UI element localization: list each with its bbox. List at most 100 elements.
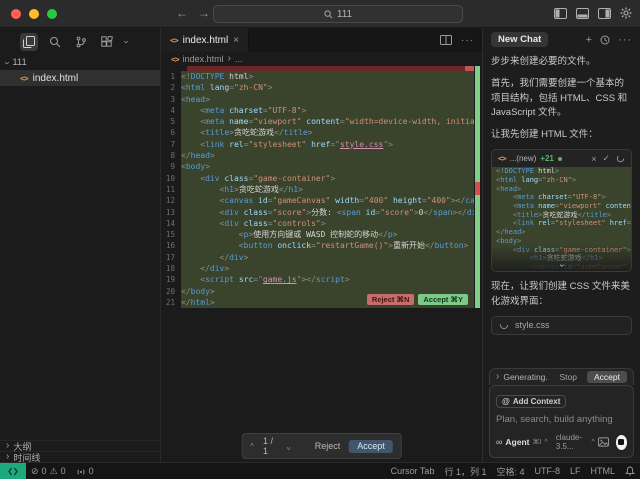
chevron-down-icon[interactable]: ›: [121, 40, 131, 43]
code-line[interactable]: 7 <link rel="stylesheet" href="style.css…: [161, 139, 482, 150]
code-line[interactable]: 1<!DOCTYPE html>: [161, 71, 482, 82]
ports-indicator[interactable]: 0: [71, 466, 99, 476]
timeline-section[interactable]: › 时间线: [0, 451, 160, 462]
problems-indicator[interactable]: ⊘0 ⚠0: [26, 466, 71, 477]
toggle-sidebar-icon[interactable]: [554, 8, 567, 19]
notifications-bell-icon[interactable]: [620, 466, 640, 476]
chevron-right-icon: ›: [6, 441, 9, 451]
cursor-tab-status[interactable]: Cursor Tab: [386, 466, 440, 476]
eol-status[interactable]: LF: [565, 466, 586, 476]
indentation-status[interactable]: 空格: 4: [491, 465, 529, 478]
next-diff-icon[interactable]: ^: [286, 442, 290, 451]
new-chat-icon[interactable]: +: [586, 34, 592, 46]
code-line[interactable]: 13 <div class="score">分数: <span id="scor…: [161, 207, 482, 218]
tab-label: index.html: [183, 35, 229, 46]
model-selector[interactable]: claude-3.5...: [556, 433, 589, 451]
code-line[interactable]: 4 <meta charset="UTF-8">: [161, 105, 482, 116]
tab-index-html[interactable]: <> index.html ×: [161, 28, 249, 52]
settings-gear-icon[interactable]: [620, 7, 632, 19]
accept-all-button[interactable]: Accept: [587, 371, 627, 383]
code-line[interactable]: 9<body>: [161, 161, 482, 172]
source-control-icon[interactable]: [72, 33, 90, 51]
chevron-right-icon: ›: [6, 452, 9, 462]
agent-mode-selector[interactable]: Agent: [505, 437, 529, 447]
attach-image-icon[interactable]: [598, 437, 609, 447]
reject-file-icon[interactable]: ×: [591, 154, 596, 164]
code-fade-overlay: [492, 245, 631, 271]
css-file-card[interactable]: style.css: [491, 316, 632, 335]
code-line[interactable]: 18 </div>: [161, 263, 482, 274]
code-line[interactable]: 12 <canvas id="gameCanvas" width="400" h…: [161, 195, 482, 206]
chat-code-card[interactable]: <> ...(new) +21 × ✓ <!DOCTYPE html><html…: [491, 149, 632, 272]
code-line[interactable]: 16 <button onclick="restartGame()">重新开始<…: [161, 240, 482, 251]
tab-close-icon[interactable]: ×: [233, 35, 239, 46]
line-number: 2: [161, 82, 181, 93]
nav-accept-button[interactable]: Accept: [349, 440, 393, 453]
code-line[interactable]: 17 </div>: [161, 252, 482, 263]
loading-spinner-icon: [499, 320, 509, 330]
line-number: 14: [161, 218, 181, 229]
line-number: 20: [161, 286, 181, 297]
stop-generation-button[interactable]: [616, 435, 627, 450]
diff-accept-button[interactable]: Accept ⌘Y: [418, 294, 468, 305]
minimize-window-button[interactable]: [29, 9, 39, 19]
code-line[interactable]: 15 <p>使用方向键或 WASD 控制蛇的移动</p>: [161, 229, 482, 240]
search-sidebar-icon[interactable]: [46, 33, 64, 51]
history-back-button[interactable]: ←: [176, 6, 188, 20]
add-context-label: Add Context: [513, 397, 561, 406]
chat-more-icon[interactable]: ···: [618, 34, 632, 46]
add-context-chip[interactable]: @ Add Context: [496, 395, 566, 408]
chat-code-line: <meta name="viewport" content="width=dev…: [492, 202, 631, 211]
code-line[interactable]: 14 <div class="controls">: [161, 218, 482, 229]
line-number: 18: [161, 263, 181, 274]
file-row-index-html[interactable]: <> index.html: [0, 70, 160, 86]
extensions-icon[interactable]: [98, 33, 116, 51]
breadcrumb-file: index.html: [183, 54, 224, 64]
code-line[interactable]: 10 <div class="game-container">: [161, 173, 482, 184]
ai-chat-panel: New Chat + ··· 步步来创建必要的文件。 首先，我们需要创建一个基本…: [482, 28, 640, 462]
split-editor-icon[interactable]: [440, 35, 452, 45]
code-line[interactable]: 5 <meta name="viewport" content="width=d…: [161, 116, 482, 127]
close-window-button[interactable]: [11, 9, 21, 19]
chat-code-line: <!DOCTYPE html>: [492, 167, 631, 176]
stop-button[interactable]: Stop: [560, 372, 578, 382]
nav-reject-button[interactable]: Reject: [315, 441, 341, 451]
code-line[interactable]: 19 <script src="game.js"></script>: [161, 274, 482, 285]
maximize-window-button[interactable]: [47, 9, 57, 19]
code-line[interactable]: 8</head>: [161, 150, 482, 161]
toggle-panel-icon[interactable]: [576, 8, 589, 19]
history-forward-button[interactable]: →: [198, 6, 210, 20]
command-center-search[interactable]: 111: [213, 5, 463, 23]
history-icon[interactable]: [600, 35, 610, 45]
breadcrumb-more: ...: [235, 54, 243, 64]
breadcrumb[interactable]: <> index.html › ...: [161, 52, 482, 66]
workspace-folder-row[interactable]: › 111: [0, 55, 160, 70]
prev-diff-icon[interactable]: ^: [250, 442, 254, 451]
accept-file-icon[interactable]: ✓: [602, 153, 610, 164]
model-dropdown-chevron-icon[interactable]: ^: [592, 439, 595, 446]
chat-code-line: <link rel="stylesheet" href="style.css">: [492, 219, 631, 228]
chat-paragraph: 现在，让我们创建 CSS 文件来美化游戏界面：: [491, 280, 632, 309]
code-line[interactable]: 3<head>: [161, 94, 482, 105]
outline-section[interactable]: › 大纲: [0, 440, 160, 451]
code-line[interactable]: 11 <h1>贪吃蛇游戏</h1>: [161, 184, 482, 195]
encoding-status[interactable]: UTF-8: [529, 466, 565, 476]
more-actions-icon[interactable]: ···: [461, 35, 474, 46]
diff-reject-button[interactable]: Reject ⌘N: [367, 294, 415, 305]
code-line[interactable]: 6 <title>贪吃蛇游戏</title>: [161, 127, 482, 138]
line-number: 6: [161, 127, 181, 138]
cursor-position-status[interactable]: 行 1，列 1: [439, 465, 491, 478]
chat-input-box[interactable]: @ Add Context Plan, search, build anythi…: [489, 385, 634, 458]
language-mode-status[interactable]: HTML: [586, 466, 621, 476]
expand-code-chevron-icon[interactable]: ›: [557, 264, 566, 267]
chat-code-line: <html lang="zh-CN">: [492, 176, 631, 185]
remote-indicator[interactable]: [0, 463, 26, 479]
explorer-files-icon[interactable]: [20, 33, 38, 51]
chevron-right-icon[interactable]: ›: [496, 372, 499, 382]
editor-tabbar: <> index.html × ···: [161, 28, 482, 52]
code-line[interactable]: 2<html lang="zh-CN">: [161, 82, 482, 93]
toggle-secondary-sidebar-icon[interactable]: [598, 8, 611, 19]
chat-tab[interactable]: New Chat: [491, 32, 548, 47]
line-number: 1: [161, 71, 181, 82]
agent-dropdown-chevron-icon[interactable]: ^: [544, 439, 547, 446]
